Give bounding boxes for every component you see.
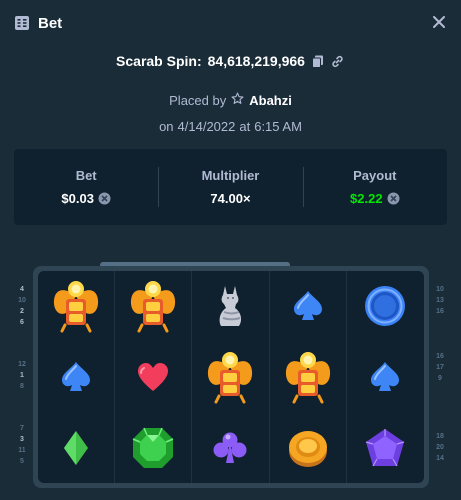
close-button[interactable]	[431, 14, 447, 30]
date-prefix: on	[159, 118, 174, 134]
slot-cell	[115, 412, 193, 483]
user-link[interactable]: Abahzi	[249, 93, 292, 108]
modal-title: Bet	[38, 14, 63, 32]
scarab-icon	[285, 351, 330, 404]
stat-multiplier: Multiplier 74.00×	[158, 149, 302, 225]
bet-time: 6:15 AM	[254, 118, 302, 134]
close-icon	[433, 16, 445, 28]
payline-label: 16	[436, 353, 444, 360]
payline-labels-left: 4 10 2 6	[15, 284, 29, 328]
slot-cell	[115, 341, 193, 413]
currency-icon	[387, 192, 400, 205]
stat-label: Multiplier	[201, 168, 260, 183]
currency-icon	[98, 192, 111, 205]
link-icon	[332, 55, 344, 67]
payline-label: 12	[18, 361, 26, 368]
payline-label: 10	[436, 286, 444, 293]
game-name: Scarab Spin:	[116, 53, 202, 69]
placed-by-label: Placed by	[169, 92, 227, 108]
slot-cell	[192, 341, 270, 413]
modal-header: Bet	[0, 0, 461, 46]
bet-id-line: Scarab Spin: 84,618,219,966	[0, 50, 461, 72]
slot-cell	[192, 271, 270, 342]
stat-label: Payout	[353, 168, 397, 183]
payline-label: 1	[20, 372, 24, 379]
stat-payout: Payout $2.22	[302, 149, 447, 225]
payline-label: 16	[436, 308, 444, 315]
payline-label: 9	[438, 375, 442, 382]
copy-button[interactable]	[311, 54, 325, 68]
payline-label: 6	[20, 319, 24, 326]
spade-icon	[371, 361, 400, 391]
heart-icon	[138, 362, 169, 391]
stat-label: Bet	[75, 168, 97, 183]
bet-date: 4/14/2022	[177, 118, 236, 134]
payline-labels-right: 10 13 16	[433, 284, 447, 317]
payline-label: 17	[436, 364, 444, 371]
slot-cell	[38, 412, 116, 483]
slot-cell	[270, 271, 347, 342]
slot-cell	[115, 271, 193, 342]
bet-id: 84,618,219,966	[207, 53, 305, 69]
slot-cell	[38, 271, 116, 342]
scarab-icon	[131, 281, 176, 333]
spade-icon	[293, 291, 322, 321]
scarab-icon	[208, 351, 253, 404]
payline-label: 20	[436, 444, 444, 451]
payline-label: 11	[18, 447, 26, 454]
slot-cell	[38, 341, 116, 413]
stat-value: $2.22	[350, 191, 383, 206]
payline-label: 3	[20, 436, 24, 443]
spade-icon	[62, 361, 91, 391]
slot-cell	[270, 341, 347, 413]
slot-cell	[347, 271, 424, 342]
payline-label: 7	[20, 425, 24, 432]
club-icon	[213, 432, 247, 463]
payline-labels-right: 16 17 9	[433, 351, 447, 384]
payline-labels-left: 12 1 8	[15, 359, 29, 392]
slot-cell	[347, 342, 424, 413]
cat-statue-icon	[220, 286, 242, 327]
payline-labels-left: 7 3 11 5	[15, 423, 29, 467]
date-line: on 4/14/2022 at 6:15 AM	[0, 116, 461, 136]
receipt-icon	[14, 15, 30, 31]
emerald-icon	[132, 427, 174, 468]
copy-icon	[311, 55, 323, 68]
gold-coin-icon	[288, 430, 327, 467]
scarab-icon	[54, 281, 99, 333]
payline-labels-right: 18 20 14	[433, 431, 447, 464]
payline-label: 10	[18, 297, 26, 304]
stat-value: $0.03	[61, 191, 94, 206]
slot-cell	[270, 412, 347, 483]
slot-cell	[192, 412, 270, 483]
payline-label: 13	[436, 297, 444, 304]
ring-icon	[365, 286, 406, 327]
bet-stats-card: Bet $0.03 Multiplier 74.00× Payout $2.22	[14, 149, 447, 225]
time-prefix: at	[239, 118, 251, 134]
purple-gem-icon	[366, 428, 405, 466]
slot-grid	[38, 271, 424, 483]
payline-label: 5	[20, 458, 24, 465]
payline-label: 18	[436, 433, 444, 440]
stat-value: 74.00×	[210, 191, 251, 206]
slot-cell	[347, 412, 424, 483]
payline-label: 4	[20, 286, 24, 293]
placed-by-line: Placed by Abahzi	[0, 90, 461, 110]
diamond-suit-icon	[64, 430, 89, 465]
star-icon	[231, 92, 244, 108]
link-button[interactable]	[331, 54, 345, 68]
payline-label: 8	[20, 383, 24, 390]
payline-label: 14	[436, 455, 444, 462]
payline-label: 2	[20, 308, 24, 315]
stat-bet: Bet $0.03	[14, 149, 158, 225]
